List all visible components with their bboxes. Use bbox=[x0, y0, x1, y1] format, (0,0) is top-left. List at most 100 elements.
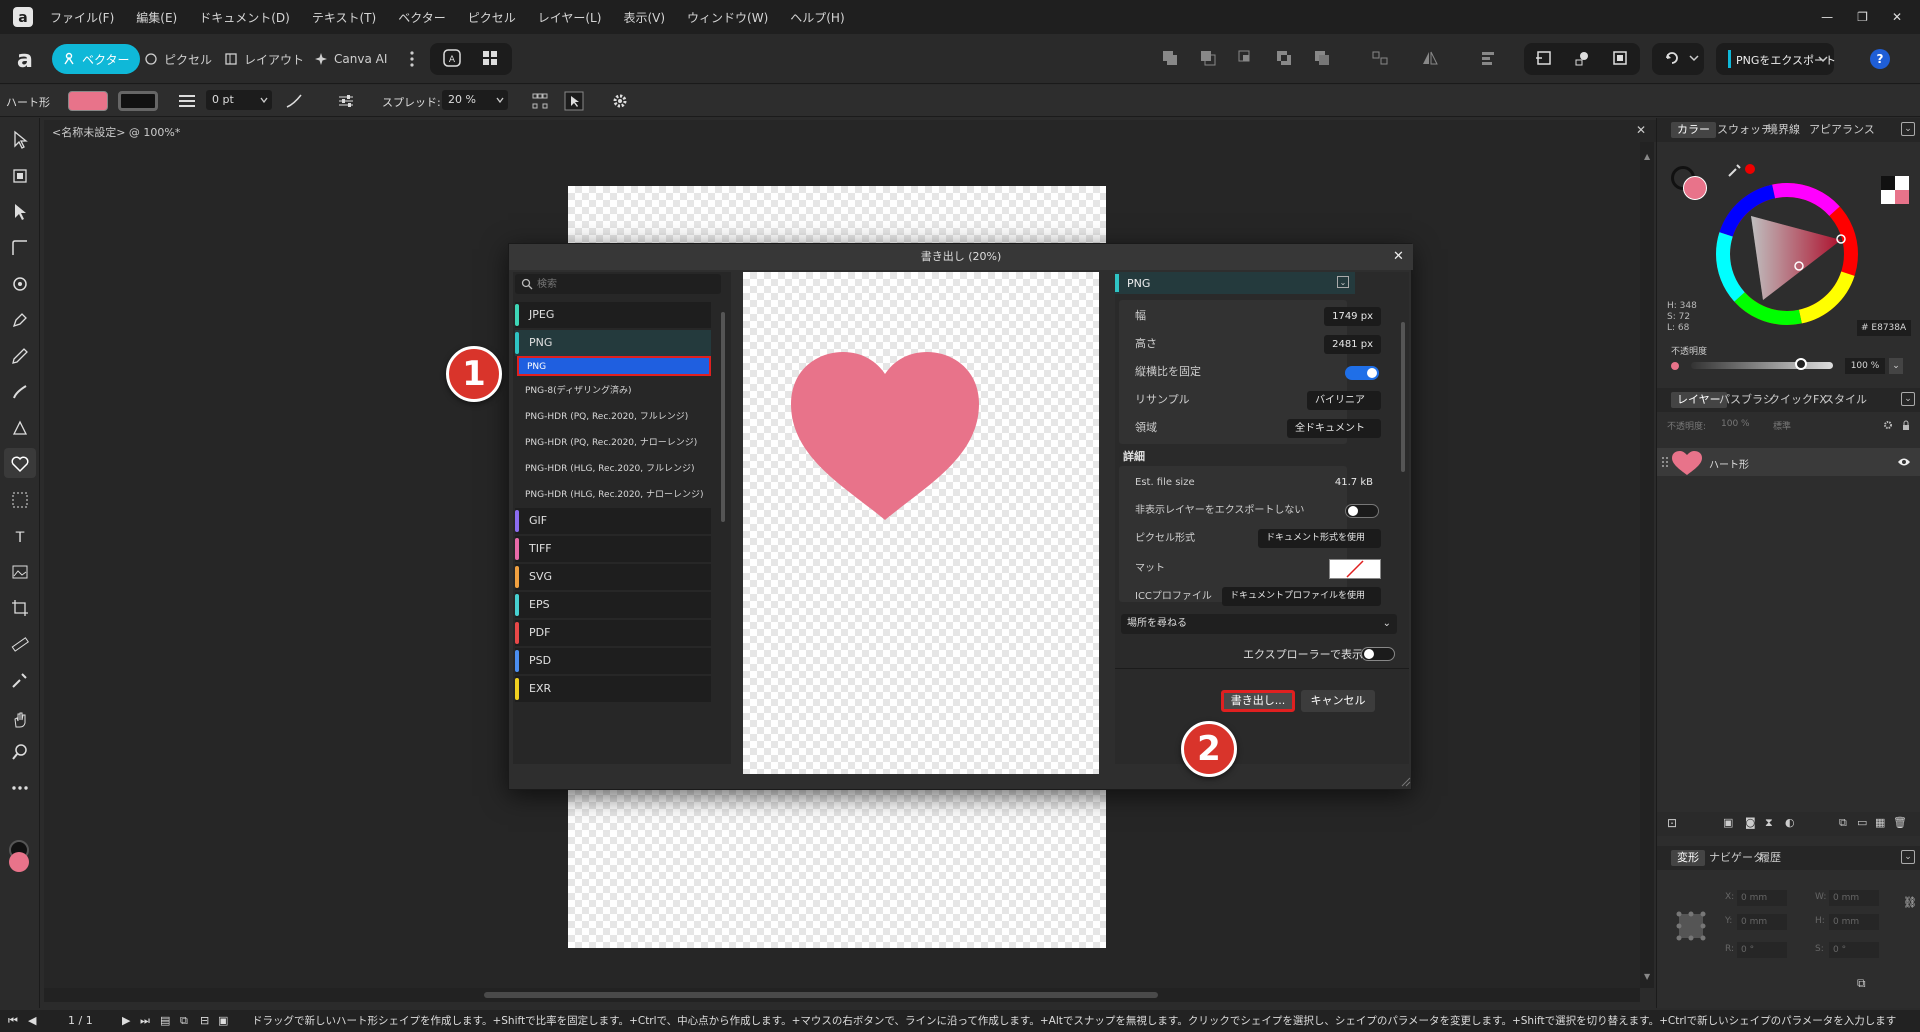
fill-tool-icon[interactable] bbox=[10, 418, 30, 438]
eye-icon[interactable] bbox=[1897, 457, 1911, 467]
format-search-input[interactable] bbox=[537, 276, 713, 292]
format-psd[interactable]: PSD bbox=[515, 648, 711, 674]
format-tiff[interactable]: TIFF bbox=[515, 536, 711, 562]
hidden-layers-toggle[interactable] bbox=[1345, 504, 1379, 518]
boolean-subtract-icon[interactable] bbox=[1198, 48, 1218, 68]
more-options-icon[interactable] bbox=[409, 50, 415, 68]
grid-apps-icon[interactable] bbox=[480, 48, 500, 68]
close-document-icon[interactable]: ✕ bbox=[1636, 123, 1646, 137]
studio-link-icon[interactable]: A bbox=[442, 48, 462, 68]
menu-file[interactable]: ファイル(F) bbox=[50, 9, 114, 26]
hand-tool-icon[interactable] bbox=[10, 710, 30, 730]
sliders-icon[interactable] bbox=[338, 94, 354, 108]
contour-tool-icon[interactable] bbox=[10, 274, 30, 294]
anchor-grid-icon[interactable] bbox=[1673, 908, 1709, 944]
persona-vector-button[interactable]: ベクター bbox=[52, 44, 140, 74]
trash-icon[interactable]: 🗑 bbox=[1893, 816, 1907, 829]
menu-text[interactable]: テキスト(T) bbox=[312, 9, 376, 26]
resize-grip-icon[interactable] bbox=[1401, 777, 1411, 787]
persona-pixel-button[interactable]: ピクセル bbox=[134, 44, 222, 74]
tab-appearance[interactable]: アピアランス bbox=[1803, 122, 1881, 138]
image-tool-icon[interactable] bbox=[10, 562, 30, 582]
color-wheel[interactable] bbox=[1715, 182, 1859, 326]
menu-window[interactable]: ウィンドウ(W) bbox=[687, 9, 768, 26]
gear-icon[interactable] bbox=[1883, 420, 1893, 430]
tab-styles[interactable]: スタイル bbox=[1817, 392, 1873, 408]
stroke-style-icon[interactable] bbox=[286, 94, 302, 108]
format-search-field[interactable] bbox=[515, 274, 721, 294]
menu-pixel[interactable]: ピクセル bbox=[468, 9, 516, 26]
group-icon[interactable]: ⧉ bbox=[1839, 816, 1847, 830]
flip-horizontal-icon[interactable] bbox=[1420, 48, 1440, 68]
dialog-close-icon[interactable]: ✕ bbox=[1393, 249, 1404, 264]
png-preset-hdr-hlg-narrow[interactable]: PNG-HDR (HLG, Rec.2020, ナローレンジ) bbox=[517, 482, 711, 508]
hourglass-icon[interactable]: ⧗ bbox=[1765, 816, 1773, 830]
document-tab-title[interactable]: <名称未設定> @ 100%* bbox=[52, 124, 180, 140]
menu-edit[interactable]: 編集(E) bbox=[136, 9, 177, 26]
close-window-button[interactable]: ✕ bbox=[1892, 10, 1902, 24]
app-menu-icon[interactable]: a bbox=[12, 46, 38, 72]
boolean-add-icon[interactable] bbox=[1160, 48, 1180, 68]
adjustment-icon[interactable]: ◐ bbox=[1785, 816, 1795, 829]
scroll-up-icon[interactable]: ▲ bbox=[1644, 152, 1650, 168]
lock-icon[interactable] bbox=[1901, 420, 1911, 430]
first-page-icon[interactable]: ⏮ bbox=[8, 1010, 18, 1032]
panel-menu-icon[interactable]: ⌄ bbox=[1901, 850, 1915, 864]
matte-swatch[interactable] bbox=[1329, 559, 1381, 579]
opacity-slider[interactable] bbox=[1691, 362, 1833, 369]
png-preset-png8[interactable]: PNG-8(ディザリング済み) bbox=[517, 378, 711, 404]
next-page-icon[interactable]: ▶ bbox=[122, 1010, 130, 1032]
menu-view[interactable]: 表示(V) bbox=[623, 9, 665, 26]
corner-tool-icon[interactable] bbox=[10, 238, 30, 258]
tab-stroke[interactable]: 境界線 bbox=[1761, 122, 1806, 138]
measure-tool-icon[interactable] bbox=[10, 634, 30, 654]
grid-icon[interactable]: ▦ bbox=[1875, 816, 1885, 829]
fill-swatch[interactable] bbox=[68, 91, 108, 111]
y-field[interactable]: 0 mm bbox=[1737, 914, 1787, 930]
page-panel-icon[interactable]: ⊟ bbox=[200, 1010, 209, 1032]
prev-page-icon[interactable]: ◀ bbox=[28, 1010, 36, 1032]
width-field[interactable]: 1749 px bbox=[1324, 307, 1381, 326]
pixel-format-select[interactable]: ドキュメント形式を使用 bbox=[1257, 529, 1381, 548]
format-gif[interactable]: GIF bbox=[515, 508, 711, 534]
menu-layer[interactable]: レイヤー(L) bbox=[538, 9, 602, 26]
help-button[interactable]: ? bbox=[1870, 49, 1890, 69]
horizontal-scrollbar[interactable] bbox=[44, 988, 1640, 1002]
drag-handle-icon[interactable] bbox=[1661, 456, 1669, 468]
zoom-tool-icon[interactable] bbox=[10, 742, 30, 762]
pencil-tool-icon[interactable] bbox=[10, 346, 30, 366]
format-pdf[interactable]: PDF bbox=[515, 620, 711, 646]
format-list-scrollbar[interactable] bbox=[721, 312, 725, 522]
folder-icon[interactable]: ▭ bbox=[1857, 816, 1867, 829]
chevron-down-icon[interactable] bbox=[260, 97, 268, 103]
blend-mode-select[interactable]: 標準 bbox=[1773, 419, 1791, 432]
fill-color-well[interactable] bbox=[9, 852, 29, 872]
png-preset-hdr-pq-full[interactable]: PNG-HDR (PQ, Rec.2020, フルレンジ) bbox=[517, 404, 711, 430]
link-icon[interactable]: ⛓ bbox=[1903, 896, 1917, 909]
settings-scrollbar[interactable] bbox=[1401, 322, 1405, 472]
format-svg[interactable]: SVG bbox=[515, 564, 711, 590]
panel-menu-icon[interactable]: ⌄ bbox=[1901, 392, 1915, 406]
explorer-toggle[interactable] bbox=[1361, 647, 1395, 661]
app-logo-icon[interactable]: a bbox=[12, 6, 34, 28]
menu-help[interactable]: ヘルプ(H) bbox=[790, 9, 844, 26]
cancel-button[interactable]: キャンセル bbox=[1301, 690, 1375, 712]
shear-field[interactable]: 0 ° bbox=[1829, 942, 1879, 958]
settings-collapse-icon[interactable]: ⌄ bbox=[1337, 276, 1349, 288]
snap-icon[interactable] bbox=[1534, 48, 1554, 68]
opacity-slider-knob[interactable] bbox=[1795, 358, 1807, 370]
png-preset-hdr-pq-narrow[interactable]: PNG-HDR (PQ, Rec.2020, ナローレンジ) bbox=[517, 430, 711, 456]
format-jpeg[interactable]: JPEG bbox=[515, 302, 711, 328]
pen-tool-icon[interactable] bbox=[10, 310, 30, 330]
layer-row[interactable]: ハート形 bbox=[1657, 448, 1920, 476]
transparency-tool-icon[interactable] bbox=[10, 490, 30, 510]
stroke-lines-icon[interactable] bbox=[178, 94, 196, 108]
format-png[interactable]: PNG bbox=[515, 330, 711, 356]
resample-select[interactable]: バイリニア bbox=[1307, 391, 1381, 410]
png-preset-png-selected[interactable]: PNG bbox=[517, 356, 711, 376]
tab-color[interactable]: カラー bbox=[1671, 122, 1716, 138]
transform-options-icon[interactable]: ⧉ bbox=[1857, 976, 1866, 991]
layer-opacity-value[interactable]: 100 % bbox=[1721, 419, 1750, 429]
crop-icon[interactable] bbox=[1610, 48, 1630, 68]
gear-icon[interactable] bbox=[612, 93, 628, 109]
